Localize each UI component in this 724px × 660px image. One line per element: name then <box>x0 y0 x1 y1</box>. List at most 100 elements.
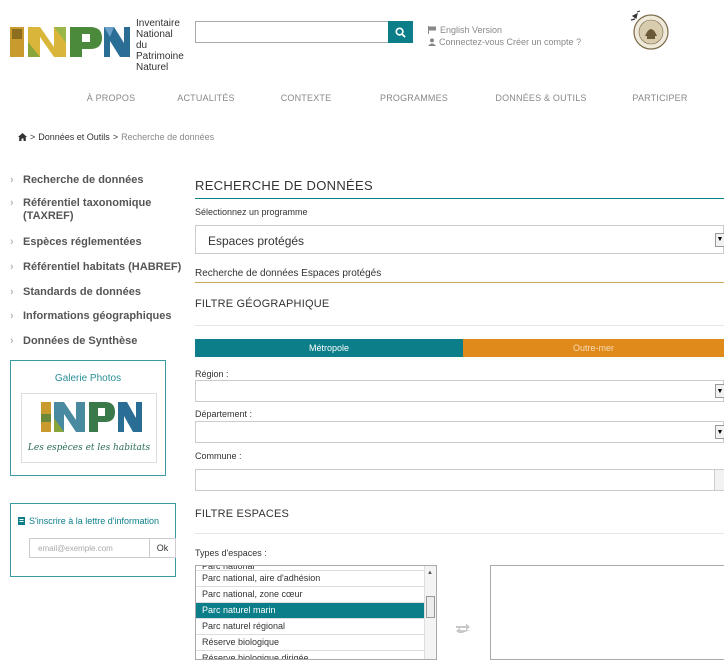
section-subtitle: Recherche de données Espaces protégés <box>195 268 382 279</box>
inpn-logo[interactable]: Inventaire National du Patrimoine Nature… <box>10 17 184 73</box>
nav-a-propos[interactable]: À PROPOS <box>87 93 136 103</box>
nav-programmes[interactable]: PROGRAMMES <box>380 93 448 103</box>
organization-name: Inventaire National du Patrimoine Nature… <box>136 18 184 73</box>
selected-types-listbox[interactable] <box>490 565 724 660</box>
sidebar-item-taxref[interactable]: › Référentiel taxonomique (TAXREF) <box>10 197 175 223</box>
english-version-label: English Version <box>440 25 503 35</box>
main-nav: À PROPOS ACTUALITÉS CONTEXTE PROGRAMMES … <box>0 93 724 107</box>
org-line-1: Inventaire <box>136 18 180 29</box>
chevron-right-icon: › <box>10 197 14 209</box>
english-version-link[interactable]: English Version <box>428 24 581 36</box>
search-input[interactable] <box>195 21 389 43</box>
subtitle-divider <box>195 282 724 283</box>
nav-actualites[interactable]: ACTUALITÉS <box>177 93 235 103</box>
chevron-right-icon: › <box>10 236 14 248</box>
espaces-filter-divider <box>195 533 724 534</box>
geo-filter-title: FILTRE GÉOGRAPHIQUE <box>195 298 330 310</box>
inpn-logo-letters <box>10 27 130 57</box>
breadcrumb-donnees-outils[interactable]: Données et Outils <box>38 132 110 142</box>
chevron-down-icon: ▼ <box>715 425 724 439</box>
tab-outre-mer[interactable]: Outre-mer <box>463 339 724 357</box>
list-item-selected[interactable]: Parc naturel marin <box>196 603 436 619</box>
chevron-right-icon: › <box>10 310 14 322</box>
chevron-down-icon: ▼ <box>715 384 724 398</box>
geo-filter-divider <box>195 325 724 326</box>
breadcrumb-separator: > <box>112 132 119 142</box>
listbox-scrollbar[interactable]: ▲ <box>424 566 436 659</box>
territory-tabs: Métropole Outre-mer <box>195 339 724 357</box>
commune-label: Commune : <box>195 451 242 461</box>
gallery-tagline: Les espèces et les habitats <box>27 443 151 453</box>
program-label: Sélectionnez un programme <box>195 207 308 217</box>
list-item[interactable]: Parc national, zone cœur <box>196 587 436 603</box>
sidebar-item-label: Référentiel habitats (HABREF) <box>23 261 182 273</box>
sidebar-item-label: Informations géographiques <box>23 310 172 322</box>
sidebar-item-label: Recherche de données <box>23 174 144 186</box>
list-item[interactable]: Réserve biologique dirigée <box>196 651 436 659</box>
gallery-image[interactable]: Les espèces et les habitats <box>21 393 157 463</box>
document-icon <box>18 517 25 525</box>
breadcrumb-current: Recherche de données <box>121 132 215 142</box>
org-line-2: National du <box>136 29 173 51</box>
flag-icon <box>428 26 436 34</box>
list-item[interactable]: Parc national, aire d'adhésion <box>196 571 436 587</box>
chevron-right-icon: › <box>10 174 14 186</box>
sidebar-item-infos-geo[interactable]: › Informations géographiques <box>10 310 172 323</box>
chevron-right-icon: › <box>10 286 14 298</box>
commune-input-addon <box>714 470 724 490</box>
sidebar-item-habref[interactable]: › Référentiel habitats (HABREF) <box>10 261 181 274</box>
search-icon <box>395 26 406 38</box>
photo-gallery-box[interactable]: Galerie Photos Les espèces et les habita… <box>10 360 166 476</box>
mnhn-seal-logo[interactable] <box>627 8 671 52</box>
user-icon <box>428 38 436 46</box>
nav-participer[interactable]: PARTICIPER <box>632 93 687 103</box>
account-link[interactable]: Connectez-vous Créer un compte ? <box>428 36 581 48</box>
home-icon[interactable] <box>18 133 27 141</box>
espaces-filter-title: FILTRE ESPACES <box>195 508 290 520</box>
top-links: English Version Connectez-vous Créer un … <box>428 24 581 48</box>
chevron-down-icon: ▼ <box>715 232 724 247</box>
gallery-title: Galerie Photos <box>54 373 122 384</box>
newsletter-email-input[interactable]: email@exemple.com <box>29 538 149 558</box>
types-espaces-listbox[interactable]: Parc national Parc national, aire d'adhé… <box>195 565 437 660</box>
program-select-value: Espaces protégés <box>208 234 305 248</box>
nav-contexte[interactable]: CONTEXTE <box>281 93 332 103</box>
commune-input[interactable] <box>195 469 724 491</box>
sidebar-item-standards[interactable]: › Standards de données <box>10 286 141 299</box>
search-bar <box>195 21 414 43</box>
account-label: Connectez-vous Créer un compte ? <box>439 37 582 47</box>
page-title: RECHERCHE DE DONNÉES <box>195 178 373 193</box>
sidebar-item-recherche[interactable]: › Recherche de données <box>10 174 143 187</box>
sidebar-item-synthese[interactable]: › Données de Synthèse <box>10 335 137 348</box>
transfer-arrows-icon[interactable] <box>456 623 470 633</box>
scroll-up-icon[interactable]: ▲ <box>427 570 433 576</box>
sidebar-item-label: Référentiel taxonomique (TAXREF) <box>23 197 152 222</box>
region-select[interactable]: ▼ <box>195 380 724 402</box>
newsletter-title: S'inscrire à la lettre d'information <box>29 516 159 526</box>
types-label: Types d'espaces : <box>195 548 267 558</box>
sidebar-item-especes-reglementees[interactable]: › Espèces réglementées <box>10 236 142 249</box>
tab-metropole[interactable]: Métropole <box>195 339 463 357</box>
chevron-right-icon: › <box>10 261 14 273</box>
sidebar-item-label: Standards de données <box>23 286 141 298</box>
departement-select[interactable]: ▼ <box>195 421 724 443</box>
newsletter-title-row: S'inscrire à la lettre d'information <box>18 516 175 526</box>
newsletter-ok-button[interactable]: Ok <box>149 538 176 558</box>
region-label: Région : <box>195 369 229 379</box>
breadcrumb-separator: > <box>30 132 36 142</box>
inpn-gallery-logo <box>41 402 142 432</box>
scrollbar-thumb[interactable] <box>426 596 435 618</box>
sidebar-item-label: Données de Synthèse <box>23 335 138 347</box>
list-item[interactable]: Réserve biologique <box>196 635 436 651</box>
departement-label: Département : <box>195 409 253 419</box>
chevron-right-icon: › <box>10 335 14 347</box>
sidebar-item-label: Espèces réglementées <box>23 236 142 248</box>
list-item[interactable]: Parc naturel régional <box>196 619 436 635</box>
newsletter-box: S'inscrire à la lettre d'information ema… <box>10 503 176 577</box>
title-divider <box>195 198 724 199</box>
org-line-4: Naturel <box>136 62 169 73</box>
search-button[interactable] <box>388 21 413 43</box>
program-select[interactable]: Espaces protégés ▼ <box>195 225 724 254</box>
nav-donnees-outils[interactable]: DONNÉES & OUTILS <box>495 93 586 103</box>
breadcrumb: > Données et Outils > Recherche de donné… <box>18 132 214 142</box>
